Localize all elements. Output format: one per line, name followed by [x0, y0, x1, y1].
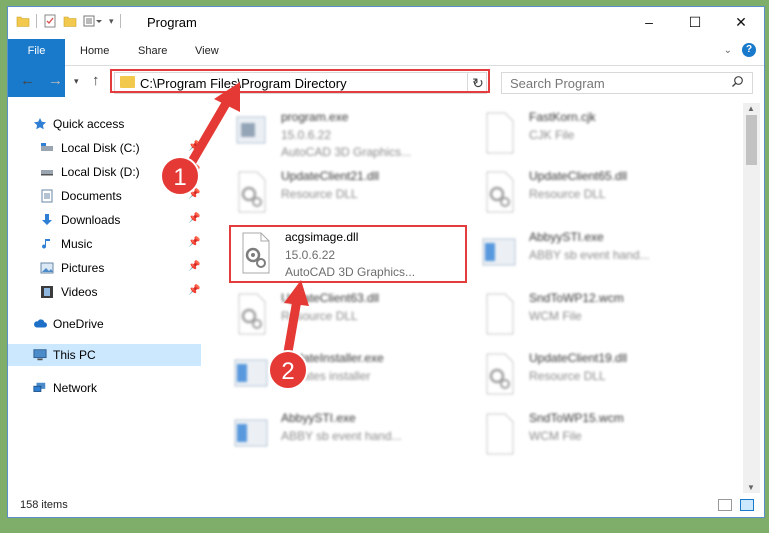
arrow-1	[185, 95, 233, 170]
annotation-arrows	[185, 82, 309, 357]
arrow-2	[283, 295, 302, 357]
step-badge-1: 1	[160, 156, 200, 196]
arrow-2-head	[284, 280, 309, 306]
step-badge-2: 2	[268, 350, 308, 390]
